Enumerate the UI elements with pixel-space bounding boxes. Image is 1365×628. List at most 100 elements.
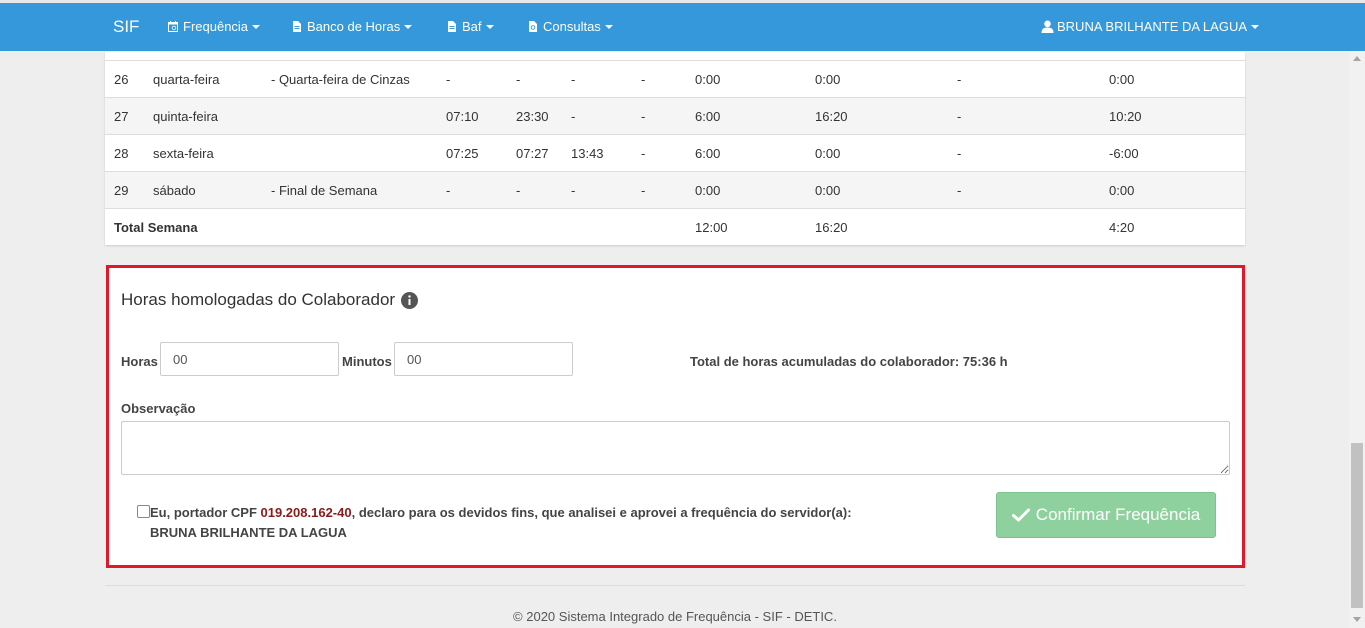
exit-2: -: [641, 109, 646, 124]
document-search-icon: [529, 21, 537, 32]
day-number: 27: [114, 109, 129, 124]
info-icon[interactable]: [401, 291, 419, 309]
total-expected-hours: 12:00: [695, 220, 728, 235]
check-icon: [1011, 508, 1030, 522]
document-icon: [448, 21, 456, 32]
table-row: 28 sexta-feira 07:25 07:27 13:43 - 6:00 …: [105, 134, 1245, 171]
accumulated-hours: Total de horas acumuladas do colaborador…: [690, 354, 1008, 369]
day-number: 29: [114, 183, 129, 198]
expected-hours: 6:00: [695, 109, 721, 124]
confirm-frequency-button[interactable]: Confirmar Frequência: [996, 492, 1216, 538]
balance: 0:00: [1109, 72, 1135, 87]
nav-baf[interactable]: Baf: [447, 19, 494, 34]
entry-1: -: [446, 183, 451, 198]
allowance: -: [957, 183, 962, 198]
scroll-up-arrow[interactable]: [1353, 56, 1361, 61]
calendar-icon: [168, 21, 178, 32]
declaration-checkbox[interactable]: [137, 505, 150, 518]
brand-logo[interactable]: SIF: [113, 17, 139, 37]
entry-1: 07:25: [446, 146, 479, 161]
approval-title-text: Horas homologadas do Colaborador: [121, 290, 396, 309]
confirm-frequency-label: Confirmar Frequência: [1035, 505, 1201, 524]
exit-1: 07:27: [516, 146, 549, 161]
entry-2: -: [571, 72, 576, 87]
minutes-label: Minutos: [342, 354, 392, 369]
top-navbar: SIF Frequência Banco de Horas Baf Consul…: [0, 3, 1365, 51]
expected-hours: 0:00: [695, 183, 721, 198]
entry-2: -: [571, 183, 576, 198]
observation-label: Observação: [121, 401, 196, 416]
weekday: quarta-feira: [153, 72, 220, 87]
nav-consultas[interactable]: Consultas: [528, 19, 613, 34]
entry-2: -: [571, 109, 576, 124]
chevron-down-icon: [1251, 24, 1259, 29]
declaration-text: Eu, portador CPF 019.208.162-40, declaro…: [150, 503, 930, 543]
balance: 10:20: [1109, 109, 1142, 124]
hours-input[interactable]: [160, 342, 339, 376]
entry-1: -: [446, 72, 451, 87]
total-worked-hours: 16:20: [815, 220, 848, 235]
footer: © 2020 Sistema Integrado de Frequência -…: [0, 609, 1350, 624]
allowance: -: [957, 146, 962, 161]
exit-2: -: [641, 72, 646, 87]
chevron-down-icon: [604, 24, 613, 29]
footer-text: © 2020 Sistema Integrado de Frequência -…: [513, 609, 837, 624]
nav-consultas-label: Consultas: [543, 19, 601, 34]
observation-textarea[interactable]: [121, 421, 1230, 475]
day-number: 28: [114, 146, 129, 161]
exit-1: -: [516, 183, 521, 198]
approval-panel: Horas homologadas do Colaborador Horas M…: [106, 265, 1245, 568]
expected-hours: 6:00: [695, 146, 721, 161]
worked-hours: 16:20: [815, 109, 848, 124]
exit-1: -: [516, 72, 521, 87]
document-icon: [293, 21, 301, 32]
weekday: quinta-feira: [153, 109, 219, 124]
day-number: 26: [114, 72, 129, 87]
frequency-table: 26 quarta-feira - Quarta-feira de Cinzas…: [105, 52, 1245, 245]
balance: -6:00: [1109, 146, 1139, 161]
exit-2: -: [641, 146, 646, 161]
weekday: sexta-feira: [153, 146, 214, 161]
total-label: Total Semana: [114, 220, 198, 235]
chevron-down-icon: [252, 24, 261, 29]
entry-2: 13:43: [571, 146, 604, 161]
servant-name: BRUNA BRILHANTE DA LAGUA: [150, 525, 347, 540]
chevron-down-icon: [485, 24, 494, 29]
nav-baf-label: Baf: [462, 19, 482, 34]
declaration-prefix: Eu, portador CPF: [150, 505, 261, 520]
scroll-down-arrow[interactable]: [1353, 617, 1361, 622]
declaration-suffix: , declaro para os devidos fins, que anal…: [351, 505, 852, 520]
user-name: BRUNA BRILHANTE DA LAGUA: [1057, 19, 1247, 34]
cpf-number: 019.208.162-40: [260, 505, 352, 520]
worked-hours: 0:00: [815, 183, 841, 198]
allowance: -: [957, 72, 962, 87]
hours-label: Horas: [121, 354, 158, 369]
chevron-down-icon: [404, 24, 413, 29]
expected-hours: 0:00: [695, 72, 721, 87]
allowance: -: [957, 109, 962, 124]
nav-banco-de-horas[interactable]: Banco de Horas: [292, 19, 413, 34]
nav-banco-de-horas-label: Banco de Horas: [307, 19, 401, 34]
user-icon: [1041, 20, 1054, 33]
entry-1: 07:10: [446, 109, 479, 124]
total-balance: 4:20: [1109, 220, 1135, 235]
exit-2: -: [641, 183, 646, 198]
balance: 0:00: [1109, 183, 1135, 198]
nav-frequencia[interactable]: Frequência: [168, 19, 261, 34]
nav-frequencia-label: Frequência: [183, 19, 249, 34]
minutes-input[interactable]: [394, 342, 573, 376]
table-row: 27 quinta-feira 07:10 23:30 - - 6:00 16:…: [105, 97, 1245, 134]
table-total-row: Total Semana 12:00 16:20 4:20: [105, 208, 1245, 245]
table-row: 29 sábado - Final de Semana - - - - 0:00…: [105, 171, 1245, 208]
day-note: - Final de Semana: [271, 183, 378, 198]
weekday: sábado: [153, 183, 196, 198]
approval-title: Horas homologadas do Colaborador: [121, 290, 419, 310]
day-note: - Quarta-feira de Cinzas: [271, 72, 410, 87]
exit-1: 23:30: [516, 109, 549, 124]
scrollbar-thumb[interactable]: [1351, 443, 1363, 608]
worked-hours: 0:00: [815, 72, 841, 87]
table-row: 26 quarta-feira - Quarta-feira de Cinzas…: [105, 60, 1245, 97]
worked-hours: 0:00: [815, 146, 841, 161]
user-menu[interactable]: BRUNA BRILHANTE DA LAGUA: [1041, 19, 1259, 34]
footer-divider: [105, 585, 1245, 586]
